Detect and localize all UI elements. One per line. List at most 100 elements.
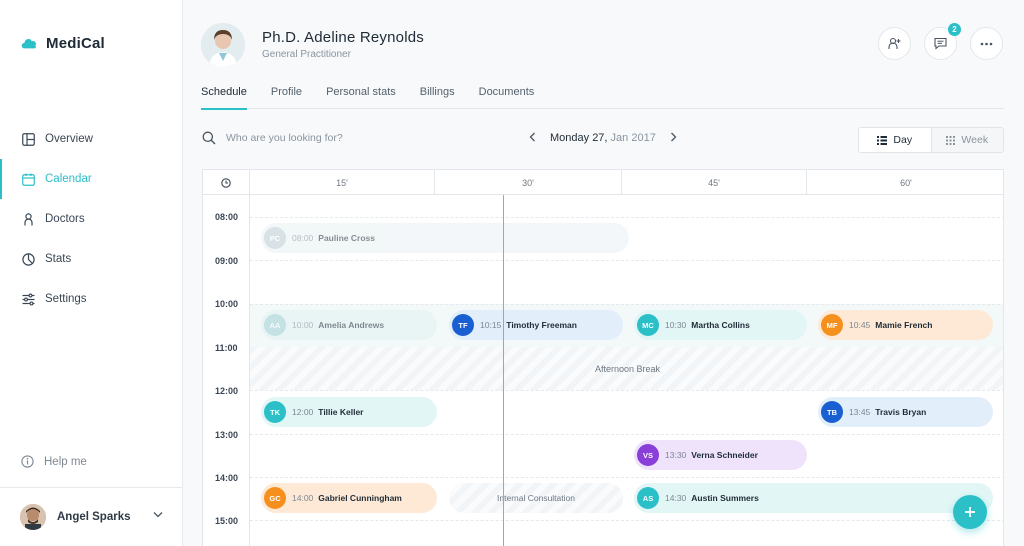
time-label: 15:00 (215, 516, 239, 526)
appointment-card[interactable]: AA 10:00 Amelia Andrews (261, 310, 437, 340)
time-label: 10:00 (215, 299, 239, 309)
column-header: 45' (622, 170, 807, 195)
appointment-time: 13:45 (849, 407, 871, 417)
appointment-time: 10:45 (849, 320, 871, 330)
patient-name: Timothy Freeman (506, 320, 577, 330)
pie-chart-icon (21, 252, 35, 266)
sidebar-item-doctors[interactable]: Doctors (0, 199, 183, 239)
patient-name: Pauline Cross (318, 233, 375, 243)
internal-consultation-block[interactable]: Internal Consultation (449, 483, 623, 513)
appointment-card[interactable]: GC 14:00 Gabriel Cunningham (261, 483, 437, 513)
current-date: Monday 27, Jan 2017 (550, 132, 656, 144)
grid-header: 15' 30' 45' 60' (203, 170, 1003, 195)
add-user-button[interactable] (878, 27, 911, 60)
time-label: 12:00 (215, 386, 239, 396)
doctor-role: General Practitioner (262, 49, 351, 60)
tab-schedule[interactable]: Schedule (201, 86, 247, 110)
clock-icon (221, 177, 231, 188)
chat-icon (934, 37, 947, 50)
appointment-time: 10:30 (665, 320, 687, 330)
hour-divider (250, 304, 1003, 305)
tab-personal-stats[interactable]: Personal stats (326, 86, 396, 109)
hour-divider (250, 477, 1003, 478)
search-input[interactable] (226, 132, 426, 144)
date-navigator: Monday 27, Jan 2017 (526, 131, 680, 145)
plus-icon (965, 507, 975, 517)
sidebar-nav: Overview Calendar Doctors Stats Settings (0, 119, 183, 319)
sidebar: MediCal Overview Calendar Doctors Stats (0, 0, 183, 546)
layout-icon (21, 132, 35, 146)
doctor-name: Ph.D. Adeline Reynolds (262, 29, 424, 46)
column-header: 30' (435, 170, 622, 195)
appointment-card[interactable]: AS 14:30 Austin Summers (634, 483, 993, 513)
grid-icon (946, 135, 956, 145)
sidebar-item-label: Doctors (45, 213, 85, 225)
sidebar-item-overview[interactable]: Overview (0, 119, 183, 159)
appointment-card[interactable]: MF 10:45 Mamie French (818, 310, 993, 340)
day-view-label: Day (893, 134, 913, 146)
time-label: 13:00 (215, 430, 239, 440)
patient-avatar: PC (264, 227, 286, 249)
sidebar-item-stats[interactable]: Stats (0, 239, 183, 279)
patient-avatar: AA (264, 314, 286, 336)
appointment-card[interactable]: TF 10:15 Timothy Freeman (449, 310, 623, 340)
patient-avatar: TF (452, 314, 474, 336)
schedule-grid: 15' 30' 45' 60' Afternoon Break 08:00 09… (202, 169, 1004, 546)
info-icon (21, 455, 34, 468)
appointment-time: 12:00 (292, 407, 314, 417)
hour-divider (250, 260, 1003, 261)
appointment-card[interactable]: TK 12:00 Tillie Keller (261, 397, 437, 427)
calendar-icon (21, 172, 35, 186)
time-column-header (203, 170, 250, 195)
messages-button[interactable]: 2 (924, 23, 961, 60)
appointment-card[interactable]: VS 13:30 Verna Schneider (634, 440, 807, 470)
appointment-card[interactable]: TB 13:45 Travis Bryan (818, 397, 993, 427)
patient-name: Martha Collins (691, 320, 750, 330)
appointment-time: 13:30 (665, 450, 687, 460)
time-label: 09:00 (215, 256, 239, 266)
help-link[interactable]: Help me (21, 455, 87, 468)
avatar (20, 504, 46, 530)
tab-documents[interactable]: Documents (479, 86, 535, 109)
prev-day-button[interactable] (526, 131, 538, 145)
patient-avatar: MF (821, 314, 843, 336)
person-icon (21, 212, 35, 226)
patient-avatar: TB (821, 401, 843, 423)
tab-billings[interactable]: Billings (420, 86, 455, 109)
patient-name: Verna Schneider (691, 450, 758, 460)
chevron-right-icon (671, 132, 677, 142)
add-appointment-button[interactable] (953, 495, 987, 529)
appointment-time: 10:00 (292, 320, 314, 330)
user-menu[interactable]: Angel Sparks (0, 487, 183, 546)
next-day-button[interactable] (668, 131, 680, 145)
appointment-card[interactable]: PC 08:00 Pauline Cross (261, 223, 629, 253)
hour-divider (250, 390, 1003, 391)
appointment-card[interactable]: MC 10:30 Martha Collins (634, 310, 807, 340)
profile-tabs: Schedule Profile Personal stats Billings… (201, 86, 1004, 110)
day-view-button[interactable]: Day (859, 128, 932, 152)
week-view-button[interactable]: Week (932, 128, 1004, 152)
more-horizontal-icon (980, 42, 993, 45)
patient-avatar: AS (637, 487, 659, 509)
patient-avatar: GC (264, 487, 286, 509)
patient-name: Travis Bryan (875, 407, 927, 417)
sidebar-item-settings[interactable]: Settings (0, 279, 183, 319)
view-switcher: Day Week (858, 127, 1004, 153)
week-view-label: Week (961, 134, 989, 146)
doctor-avatar (201, 23, 245, 67)
messages-badge: 2 (948, 23, 961, 36)
hour-divider (250, 520, 1003, 521)
more-options-button[interactable] (970, 27, 1003, 60)
patient-avatar: MC (637, 314, 659, 336)
patient-avatar: TK (264, 401, 286, 423)
appointment-time: 14:00 (292, 493, 314, 503)
sidebar-item-calendar[interactable]: Calendar (0, 159, 183, 199)
sidebar-item-label: Overview (45, 133, 93, 145)
date-day: Monday 27, (550, 132, 608, 144)
current-time-line (503, 195, 504, 546)
tab-profile[interactable]: Profile (271, 86, 302, 109)
appointment-time: 08:00 (292, 233, 314, 243)
sidebar-item-label: Stats (45, 253, 72, 265)
app-logo[interactable]: MediCal (20, 34, 105, 52)
add-user-icon (888, 37, 901, 49)
